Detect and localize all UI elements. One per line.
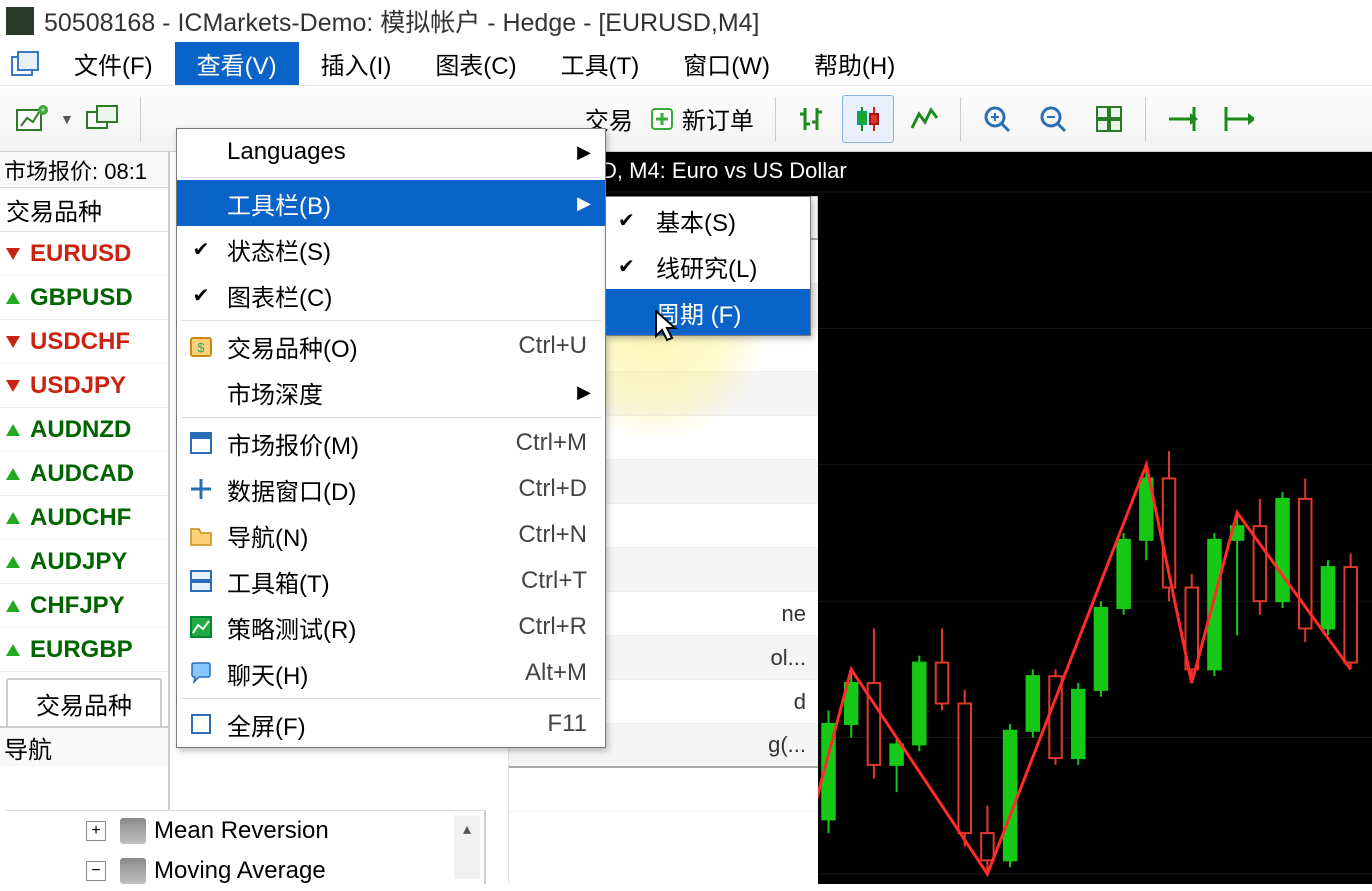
menu-图表c[interactable]: 图表(C) <box>413 42 538 85</box>
view-menu-dropdown: Languages▶ 工具栏(B)▶状态栏(S)图表栏(C) $交易品种(O)Ctr… <box>176 128 606 748</box>
market-watch-row-gbpusd[interactable]: GBPUSD <box>0 276 168 320</box>
menu-插入i[interactable]: 插入(I) <box>299 42 414 85</box>
market-watch-row-audcad[interactable]: AUDCAD <box>0 452 168 496</box>
toolbox-icon <box>187 567 215 595</box>
toolbars-submenu-item[interactable]: 周期 (F) <box>606 289 810 335</box>
navigator-item[interactable]: −Moving Average <box>6 851 484 891</box>
view-menu-item[interactable]: 聊天(H)Alt+M <box>177 650 605 696</box>
submenu-arrow-icon: ▶ <box>577 142 591 163</box>
dropdown-caret-icon[interactable]: ▼ <box>60 111 74 127</box>
toolbars-submenu-item[interactable]: 线研究(L) <box>606 243 810 289</box>
new-order-button[interactable]: 新订单 <box>637 95 765 143</box>
title-bar: 50508168 - ICMarkets-Demo: 模拟帐户 - Hedge … <box>0 0 1372 42</box>
auto-scroll-button[interactable] <box>1156 95 1208 143</box>
navigator-header: 导航 <box>0 726 168 766</box>
arrow-up-icon <box>6 556 20 568</box>
check-icon <box>187 235 215 263</box>
arrow-up-icon <box>6 600 20 612</box>
candlestick-chart-button[interactable] <box>842 95 894 143</box>
market-watch-row-audchf[interactable]: AUDCHF <box>0 496 168 540</box>
market-watch-header: 市场报价: 08:1 <box>0 152 168 188</box>
restore-window-icon[interactable] <box>0 42 52 85</box>
check-icon <box>618 252 635 280</box>
chat-icon <box>187 659 215 687</box>
folder-icon <box>187 521 215 549</box>
window-title: 50508168 - ICMarkets-Demo: 模拟帐户 - Hedge … <box>44 3 760 39</box>
view-menu-item[interactable]: 市场报价(M)Ctrl+M <box>177 420 605 466</box>
view-menu-item[interactable]: 策略测试(R)Ctrl+R <box>177 604 605 650</box>
symbols-icon: $ <box>187 332 215 360</box>
expert-advisor-icon <box>120 818 146 844</box>
market-watch-row-usdchf[interactable]: USDCHF <box>0 320 168 364</box>
market-watch-row-audnzd[interactable]: AUDNZD <box>0 408 168 452</box>
menu-bar: 文件(F)查看(V)插入(I)图表(C)工具(T)窗口(W)帮助(H) <box>0 42 1372 86</box>
arrow-up-icon <box>6 292 20 304</box>
view-menu-item[interactable]: 导航(N)Ctrl+N <box>177 512 605 558</box>
mw-icon <box>187 429 215 457</box>
app-icon <box>6 7 34 35</box>
toolbars-submenu-item[interactable]: 基本(S) <box>606 197 810 243</box>
view-menu-item[interactable]: 工具箱(T)Ctrl+T <box>177 558 605 604</box>
tester-icon <box>187 613 215 641</box>
line-chart-button[interactable] <box>898 95 950 143</box>
arrow-up-icon <box>6 468 20 480</box>
expert-advisor-icon <box>120 858 146 884</box>
tile-windows-button[interactable] <box>1083 95 1135 143</box>
arrow-down-icon <box>6 336 20 348</box>
arrow-down-icon <box>6 380 20 392</box>
check-icon <box>187 281 215 309</box>
market-watch-tab-symbols[interactable]: 交易品种 <box>6 678 162 726</box>
new-chart-button[interactable]: + <box>6 95 58 143</box>
submenu-arrow-icon: ▶ <box>577 382 591 403</box>
tree-toggle-icon[interactable]: + <box>86 821 106 841</box>
toolbar-separator <box>1145 97 1146 141</box>
view-menu-item[interactable]: Languages▶ <box>177 129 605 175</box>
navigator-scrollbar[interactable]: ▴ <box>454 815 480 879</box>
arrow-down-icon <box>6 248 20 260</box>
menu-窗口w[interactable]: 窗口(W) <box>661 42 792 85</box>
toolbars-submenu: 基本(S)线研究(L)周期 (F) <box>605 196 811 336</box>
market-watch-row-eurusd[interactable]: EURUSD <box>0 232 168 276</box>
arrow-up-icon <box>6 512 20 524</box>
toolbar-separator <box>775 97 776 141</box>
chart-shift-button[interactable] <box>1212 95 1264 143</box>
view-menu-item[interactable]: 市场深度▶ <box>177 369 605 415</box>
menu-文件f[interactable]: 文件(F) <box>52 42 175 85</box>
arrow-up-icon <box>6 644 20 656</box>
view-menu-item[interactable]: 状态栏(S) <box>177 226 605 272</box>
tree-toggle-icon[interactable]: − <box>86 861 106 881</box>
svg-text:+: + <box>40 105 45 115</box>
market-watch-column-symbol[interactable]: 交易品种 <box>0 188 168 232</box>
view-menu-item[interactable]: 工具栏(B)▶ <box>177 180 605 226</box>
arrow-up-icon <box>6 424 20 436</box>
new-order-icon <box>648 105 676 133</box>
market-watch-row-chfjpy[interactable]: CHFJPY <box>0 584 168 628</box>
market-watch-row-eurgbp[interactable]: EURGBP <box>0 628 168 672</box>
new-order-label: 新订单 <box>682 101 754 136</box>
market-watch-row-usdjpy[interactable]: USDJPY <box>0 364 168 408</box>
left-panel: 市场报价: 08:1 交易品种 EURUSDGBPUSDUSDCHFUSDJPY… <box>0 152 170 884</box>
menu-工具t[interactable]: 工具(T) <box>539 42 662 85</box>
zoom-in-button[interactable] <box>971 95 1023 143</box>
profiles-button[interactable] <box>78 95 130 143</box>
menu-查看v[interactable]: 查看(V) <box>175 42 299 85</box>
view-menu-item[interactable]: 全屏(F)F11 <box>177 701 605 747</box>
toolbar-separator <box>140 97 141 141</box>
submenu-arrow-icon: ▶ <box>577 193 591 214</box>
navigator-item[interactable]: +Mean Reversion <box>6 811 484 851</box>
view-menu-item[interactable]: $交易品种(O)Ctrl+U <box>177 323 605 369</box>
view-menu-item[interactable]: 图表栏(C) <box>177 272 605 318</box>
toolbar-separator <box>960 97 961 141</box>
zoom-out-button[interactable] <box>1027 95 1079 143</box>
fullscreen-icon <box>187 710 215 738</box>
check-icon <box>618 206 635 234</box>
view-menu-item[interactable]: 数据窗口(D)Ctrl+D <box>177 466 605 512</box>
menu-帮助h[interactable]: 帮助(H) <box>792 42 917 85</box>
datawin-icon <box>187 475 215 503</box>
svg-text:$: $ <box>197 340 205 355</box>
bar-chart-button[interactable] <box>786 95 838 143</box>
market-watch-row-audjpy[interactable]: AUDJPY <box>0 540 168 584</box>
